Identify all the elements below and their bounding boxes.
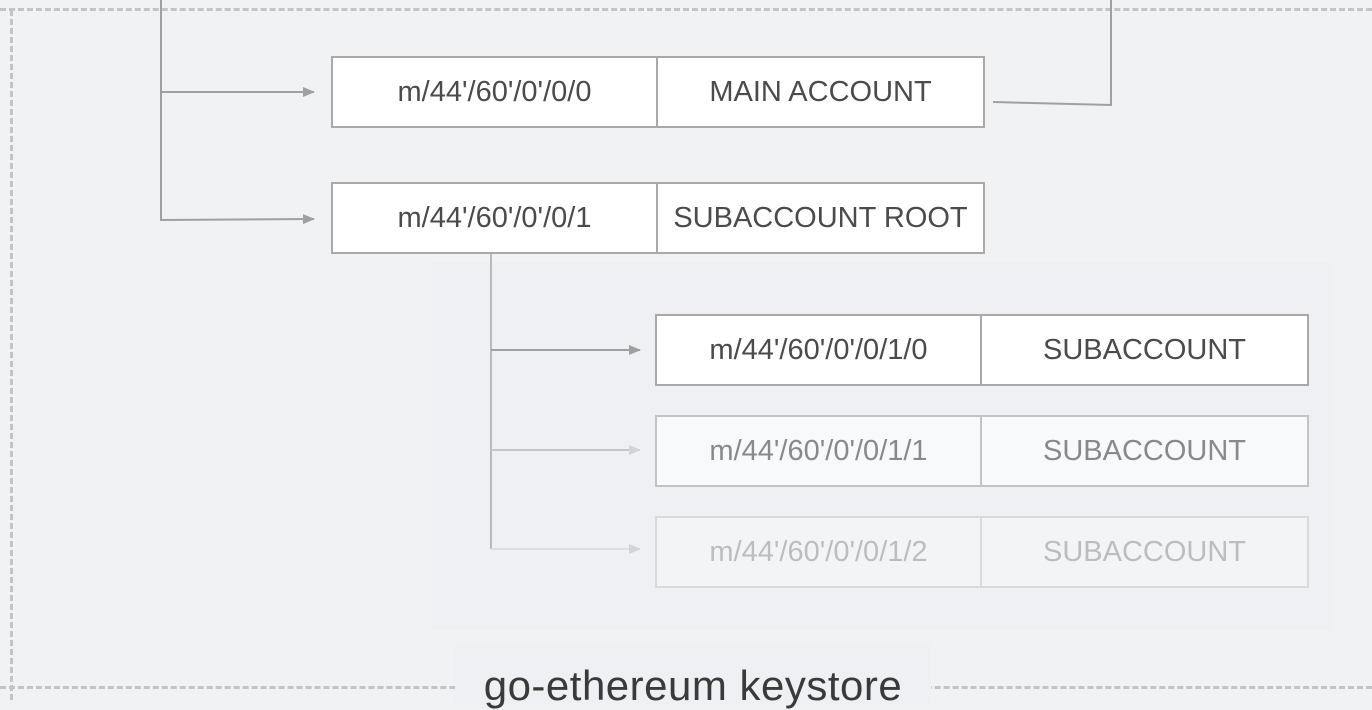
- subaccount-label: SUBACCOUNT: [1042, 333, 1246, 366]
- subaccount-node: m/44'/60'/0'/0/1/1 SUBACCOUNT: [655, 415, 1309, 487]
- subaccount-node: m/44'/60'/0'/0/1/2 SUBACCOUNT: [655, 516, 1309, 588]
- subaccount-node: m/44'/60'/0'/0/1/0 SUBACCOUNT: [655, 314, 1309, 386]
- subaccount-label: SUBACCOUNT: [1042, 434, 1246, 467]
- subaccount-root-label: SUBACCOUNT ROOT: [673, 201, 968, 234]
- container-caption: go-ethereum keystore: [483, 662, 903, 709]
- main-account-node: m/44'/60'/0'/0/0 MAIN ACCOUNT: [331, 56, 985, 128]
- main-account-path: m/44'/60'/0'/0/0: [333, 58, 658, 126]
- subaccount-path: m/44'/60'/0'/0/1/2: [657, 518, 982, 586]
- connector-main-account-out: [992, 0, 1112, 107]
- subaccount-root-node: m/44'/60'/0'/0/1 SUBACCOUNT ROOT: [331, 182, 985, 254]
- subaccount-root-path: m/44'/60'/0'/0/1: [333, 184, 658, 252]
- subaccount-path: m/44'/60'/0'/0/1/1: [657, 417, 982, 485]
- subaccount-label: SUBACCOUNT: [1042, 535, 1246, 568]
- main-account-label: MAIN ACCOUNT: [709, 75, 932, 108]
- subaccount-path: m/44'/60'/0'/0/1/0: [657, 316, 982, 384]
- arrow-to-subaccount-root: [160, 214, 315, 225]
